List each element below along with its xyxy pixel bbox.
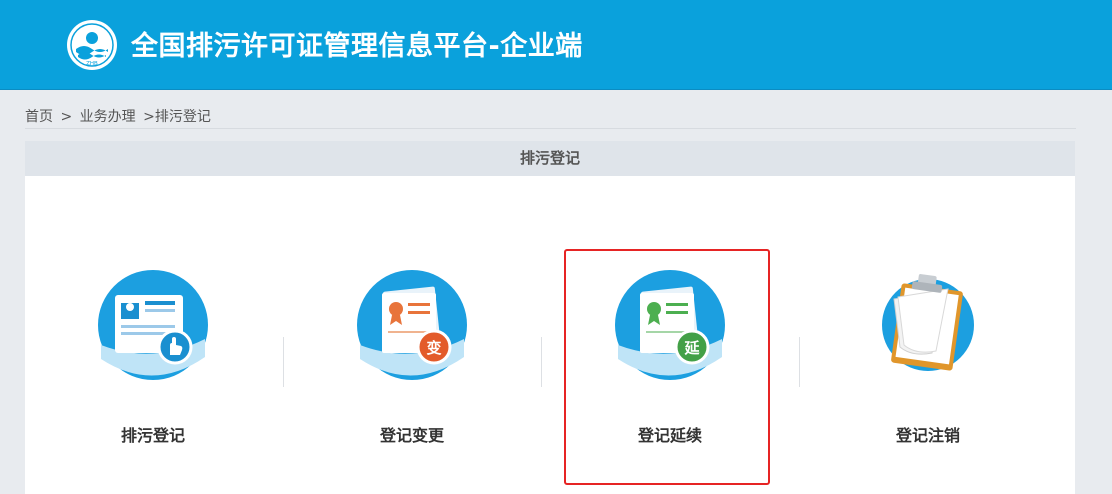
card-label: 排污登记 [120,426,185,445]
card-separator [799,337,800,387]
breadcrumb-separator: > [143,109,155,125]
breadcrumb-business[interactable]: 业务办理 [80,109,136,125]
card-label: 登记注销 [895,426,960,445]
selection-highlight-box [564,249,770,485]
card-pollution-registration[interactable]: 排污登记 [53,267,253,447]
panel-title: 排污登记 [25,141,1075,176]
svg-text:ZHB: ZHB [86,61,98,67]
breadcrumb-separator: > [60,109,73,125]
site-title: 全国排污许可证管理信息平台-企业端 [131,31,583,62]
card-separator [541,337,542,387]
breadcrumb: 首页 > 业务办理 >排污登记 [25,106,214,126]
main-panel: 排污登记 排污登记 变 登记变更 延 登记延续 登记注销 [25,141,1075,494]
card-registration-change[interactable]: 变 登记变更 [312,267,512,447]
card-label: 登记变更 [379,426,444,445]
breadcrumb-home[interactable]: 首页 [25,109,53,125]
certificate-change-icon: 变 [357,270,467,380]
card-badge: 变 [426,339,441,357]
breadcrumb-divider [25,128,1076,129]
registration-card-hand-icon [98,270,208,380]
clipboard-cancel-icon [882,274,974,371]
card-registration-cancel[interactable]: 登记注销 [828,267,1028,447]
breadcrumb-current: 排污登记 [154,109,211,125]
top-header: ZHB 全国排污许可证管理信息平台-企业端 [0,0,1112,90]
card-separator [283,337,284,387]
zhb-emblem-icon: ZHB [67,20,117,70]
